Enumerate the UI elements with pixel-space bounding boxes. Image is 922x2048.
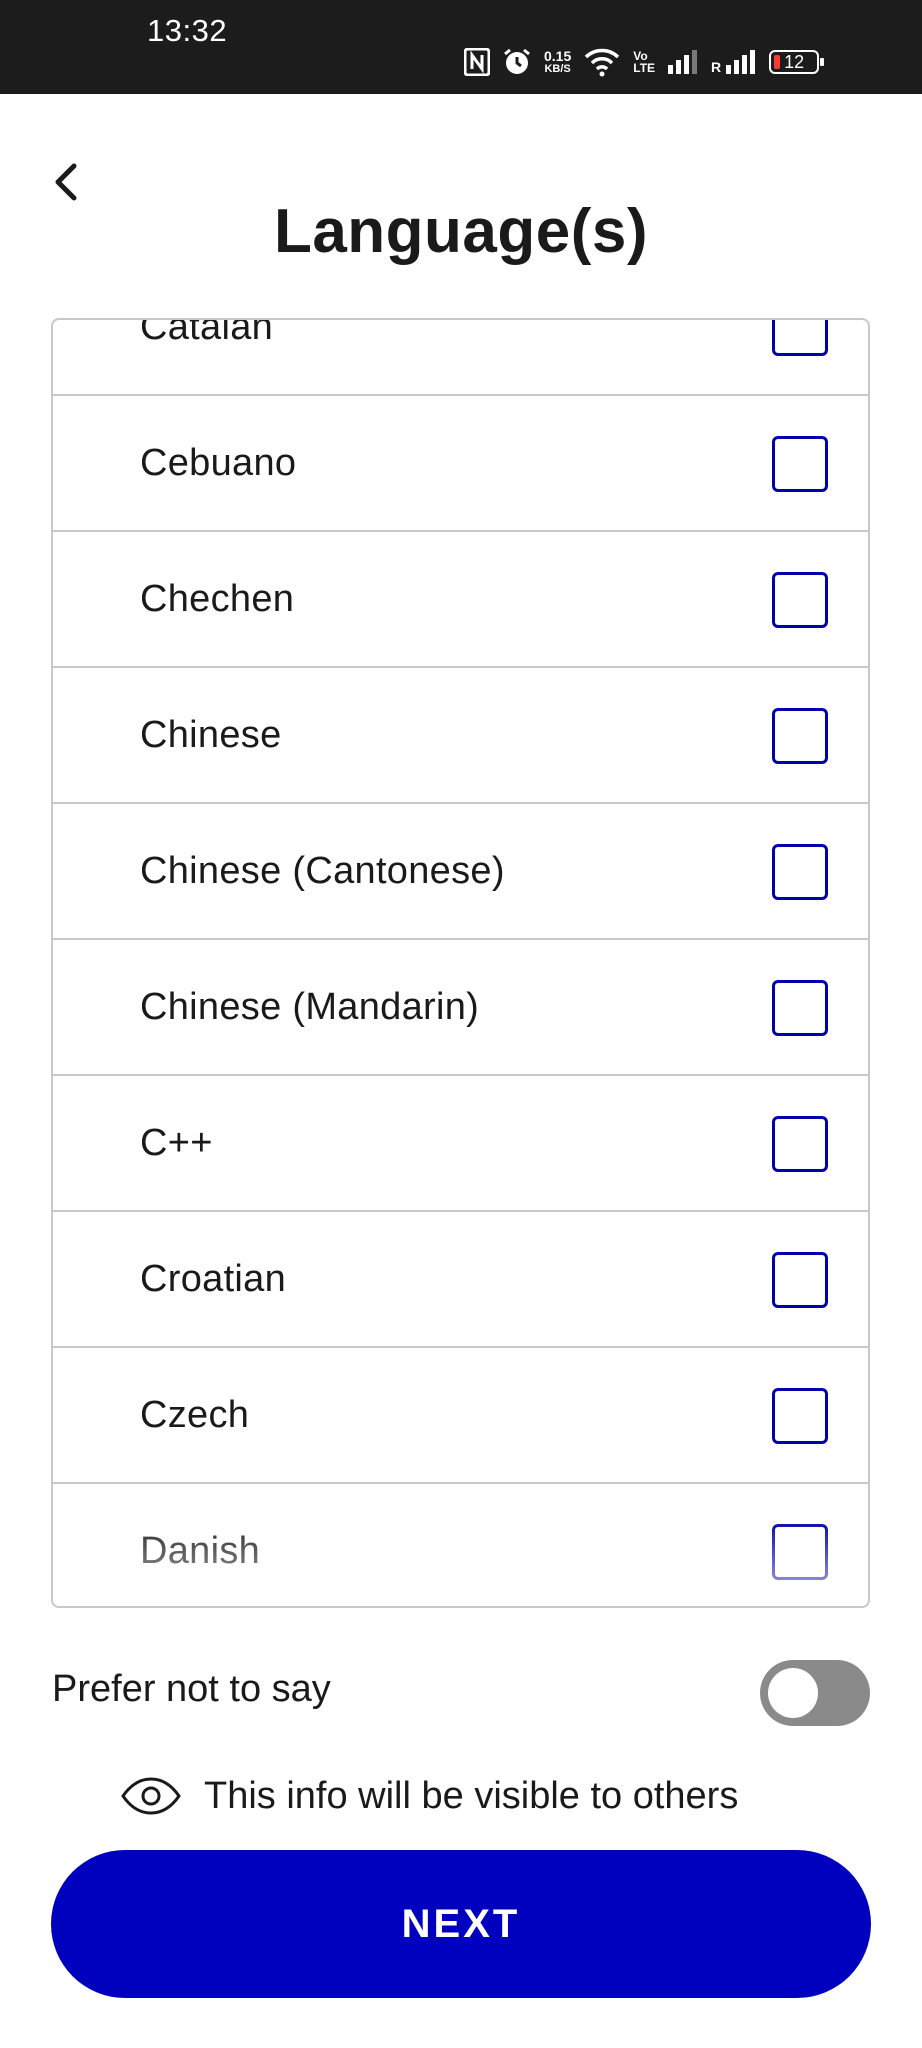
volte-indicator: Vo LTE bbox=[633, 50, 655, 74]
language-checkbox[interactable] bbox=[772, 1252, 828, 1308]
volte-bottom: LTE bbox=[633, 61, 656, 75]
language-checkbox[interactable] bbox=[772, 436, 828, 492]
signal-icon bbox=[667, 49, 699, 75]
next-button[interactable]: NEXT bbox=[51, 1850, 871, 1998]
language-checkbox[interactable] bbox=[772, 844, 828, 900]
visibility-note-text: This info will be visible to others bbox=[204, 1774, 739, 1817]
visibility-note: This info will be visible to others bbox=[120, 1768, 738, 1824]
signal-roaming-icon: R bbox=[711, 49, 757, 75]
language-row[interactable]: Croatian bbox=[53, 1212, 868, 1348]
status-icons: 0.15 KB/S Vo LTE R 12 bbox=[464, 42, 825, 82]
battery-icon: 12 bbox=[769, 50, 825, 74]
status-bar: 13:32 0.15 KB/S Vo LTE R 12 bbox=[0, 0, 922, 94]
language-label: Cebuano bbox=[140, 442, 297, 484]
prefer-not-to-say-toggle[interactable] bbox=[760, 1660, 870, 1726]
language-row[interactable]: C++ bbox=[53, 1076, 868, 1212]
eye-icon bbox=[121, 1777, 181, 1815]
language-list[interactable]: Catalan Cebuano Chechen Chinese Chinese (Can… bbox=[51, 318, 870, 1608]
language-row[interactable]: Catalan bbox=[53, 318, 868, 396]
language-row[interactable]: Czech bbox=[53, 1348, 868, 1484]
language-row[interactable]: Chechen bbox=[53, 532, 868, 668]
language-row[interactable]: Chinese (Mandarin) bbox=[53, 940, 868, 1076]
language-label: Catalan bbox=[140, 318, 274, 348]
language-row[interactable]: Chinese bbox=[53, 668, 868, 804]
speed-value: 0.15 bbox=[544, 48, 572, 64]
language-checkbox[interactable] bbox=[772, 1116, 828, 1172]
language-checkbox[interactable] bbox=[772, 1388, 828, 1444]
language-label: Czech bbox=[140, 1394, 250, 1436]
status-time: 13:32 bbox=[147, 13, 228, 48]
speed-unit: KB/S bbox=[544, 63, 571, 75]
wifi-icon bbox=[583, 47, 621, 77]
language-checkbox[interactable] bbox=[772, 572, 828, 628]
language-checkbox[interactable] bbox=[772, 320, 828, 356]
prefer-not-to-say-label: Prefer not to say bbox=[52, 1668, 331, 1710]
toggle-knob bbox=[768, 1668, 818, 1718]
language-label: Chinese bbox=[140, 714, 282, 756]
roaming-letter: R bbox=[711, 59, 722, 75]
language-checkbox[interactable] bbox=[772, 708, 828, 764]
language-label: Croatian bbox=[140, 1258, 287, 1300]
battery-level: 12 bbox=[784, 52, 805, 72]
language-checkbox[interactable] bbox=[772, 980, 828, 1036]
language-label: C++ bbox=[140, 1122, 213, 1164]
language-checkbox[interactable] bbox=[772, 1524, 828, 1580]
language-label: Chinese (Mandarin) bbox=[140, 986, 480, 1028]
language-label: Chinese (Cantonese) bbox=[140, 850, 505, 892]
language-list-content: Catalan Cebuano Chechen Chinese Chinese (Can… bbox=[53, 318, 868, 1606]
language-row[interactable]: Cebuano bbox=[53, 396, 868, 532]
language-label: Chechen bbox=[140, 578, 295, 620]
language-row[interactable]: Chinese (Cantonese) bbox=[53, 804, 868, 940]
alarm-icon bbox=[502, 47, 532, 77]
page-title: Language(s) bbox=[273, 197, 649, 266]
nfc-icon bbox=[464, 48, 490, 76]
network-speed: 0.15 KB/S bbox=[544, 49, 571, 75]
language-row[interactable]: Danish bbox=[53, 1484, 868, 1606]
language-label: Danish bbox=[140, 1530, 261, 1572]
